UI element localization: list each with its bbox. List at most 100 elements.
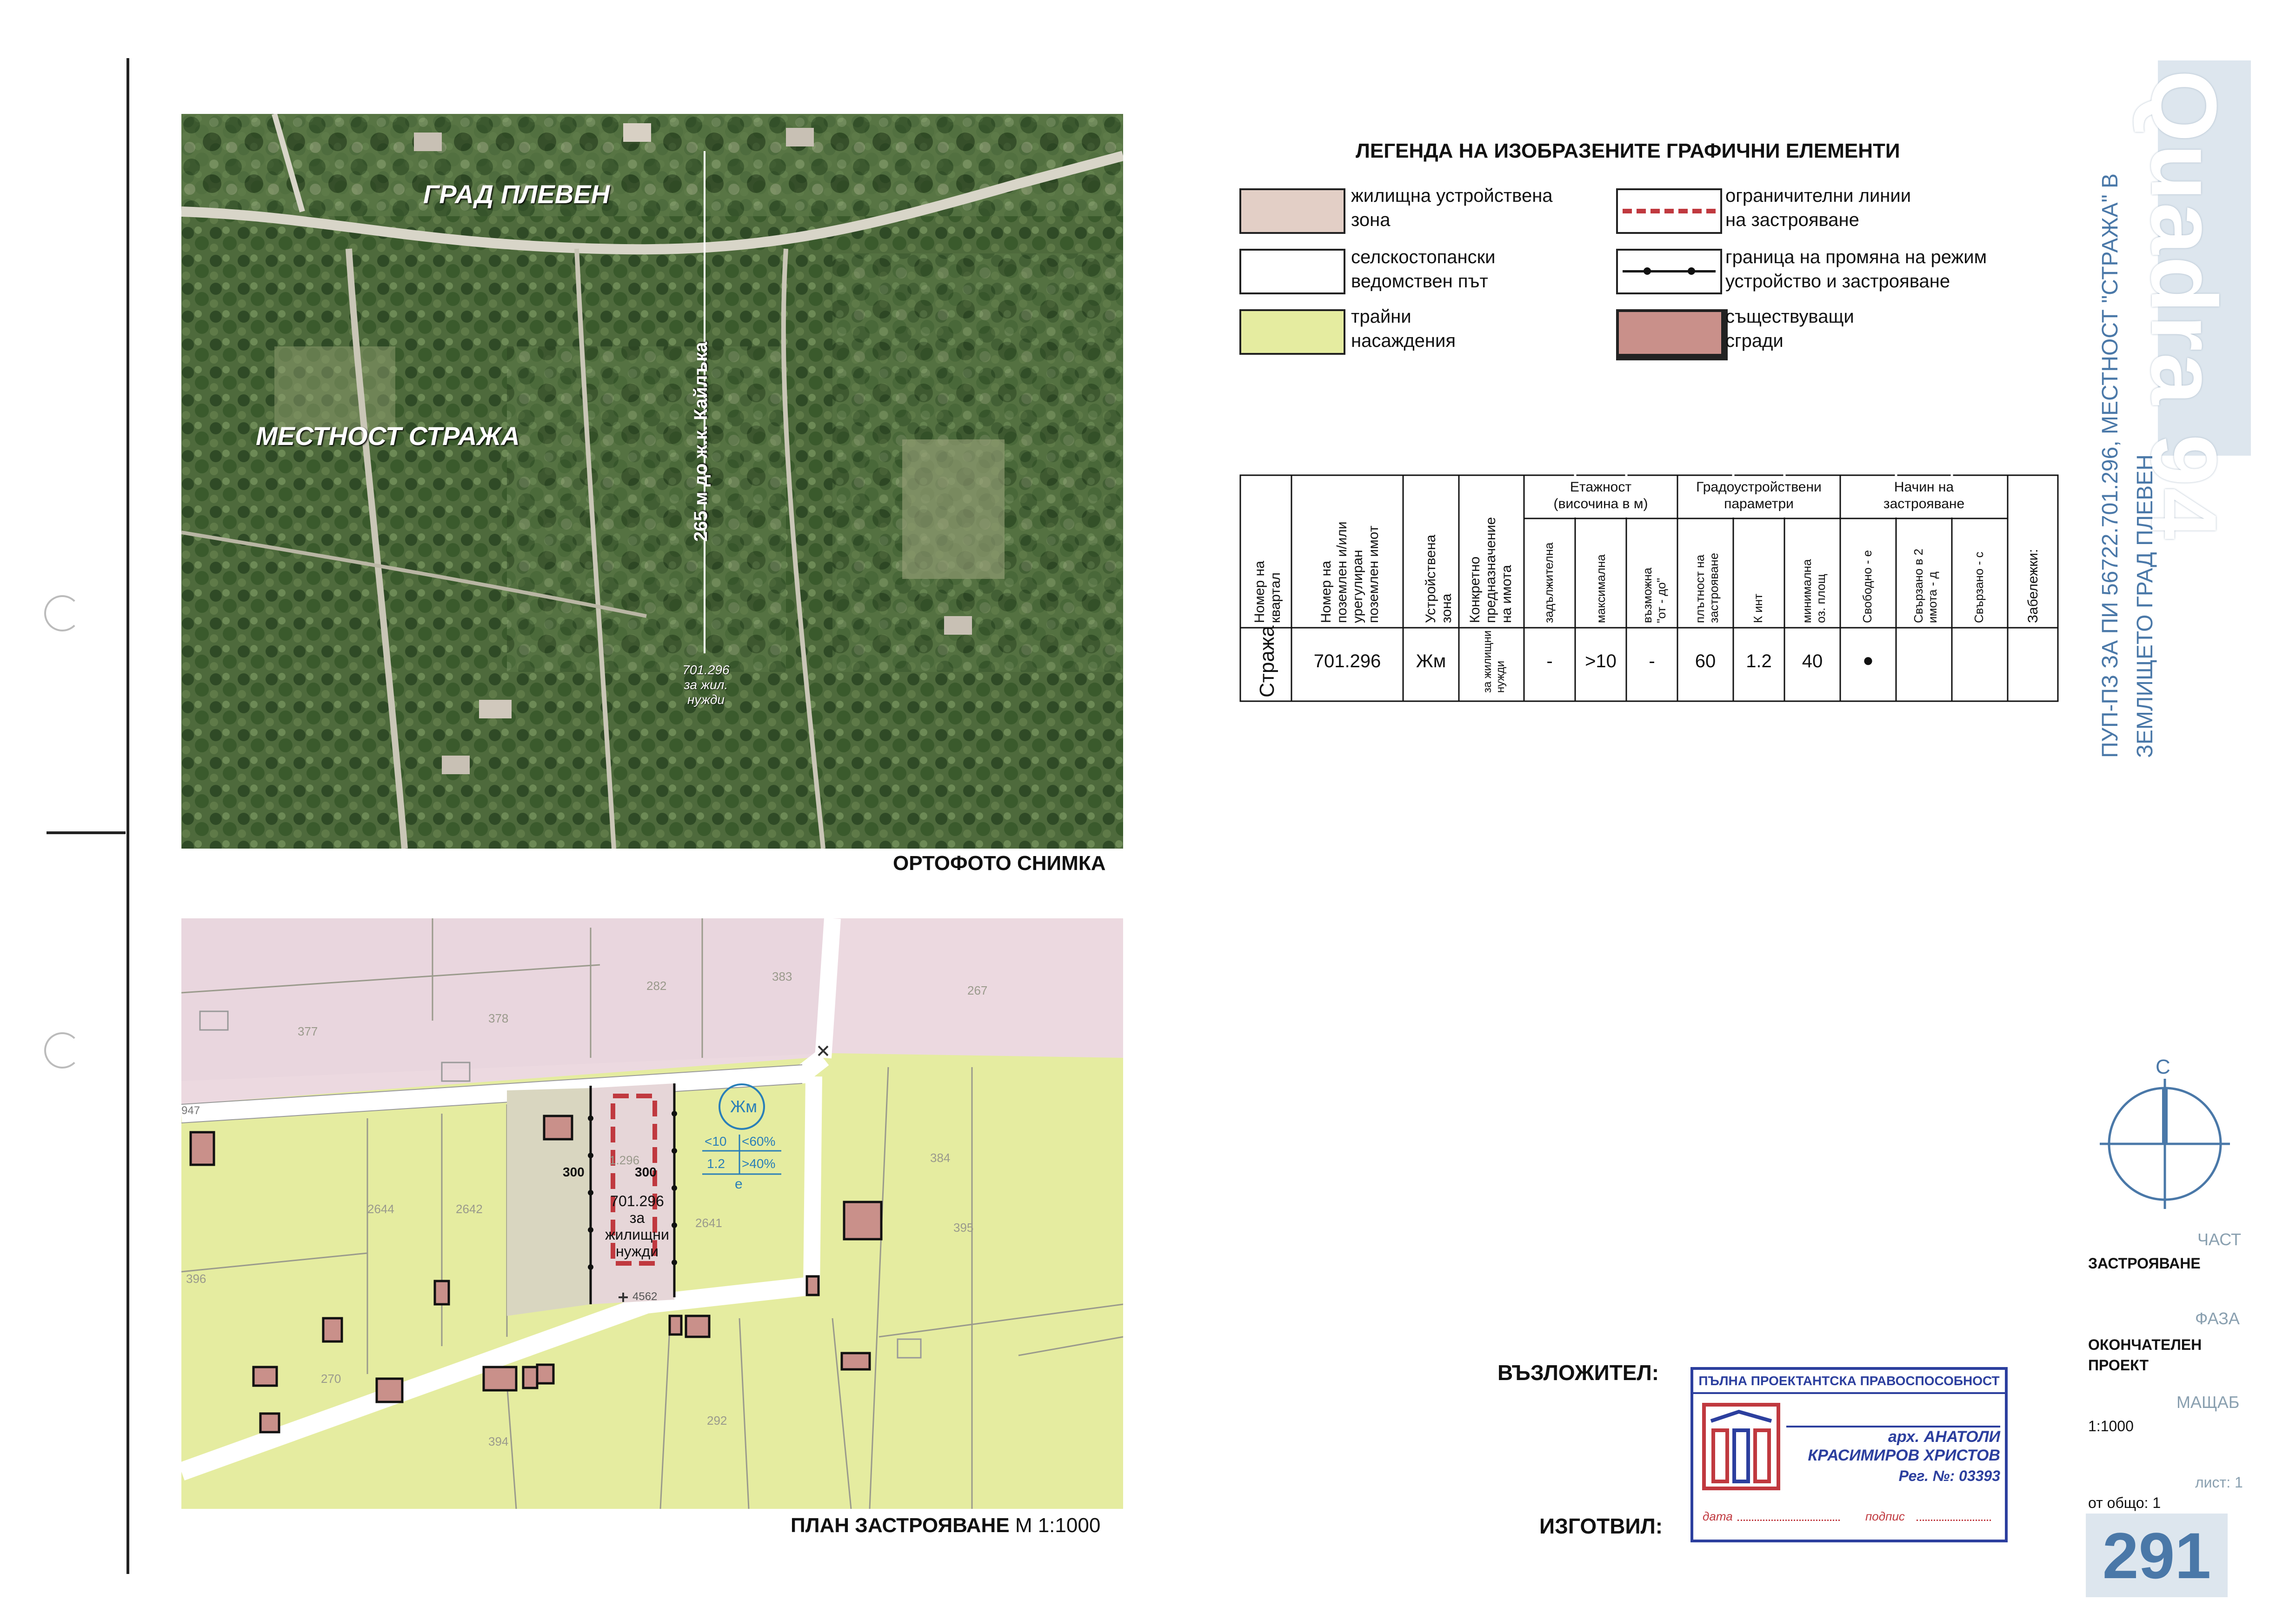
stamp-name-1: арх. АНАТОЛИ (1888, 1428, 2000, 1446)
plot-label-use-1: за жил. (684, 677, 728, 692)
punch-hole-icon (44, 1032, 80, 1069)
part-value: ЗАСТРОЯВАНЕ (2088, 1255, 2201, 1272)
header-plot: Номер на поземлен и/или урегулиран позем… (1318, 521, 1381, 623)
part-label: ЧАСТ (2197, 1230, 2242, 1249)
header-floors-range: възможна "от - до" (1640, 567, 1668, 623)
stamp-date-label: дата (1703, 1509, 1733, 1523)
header-notes: Забележки: (2025, 549, 2041, 623)
cell-plot: 701.296 (1313, 651, 1381, 671)
stamp-signature-label: подпис (1865, 1509, 1905, 1523)
project-title-line2: ЗЕМЛИЩЕТО ГРАД ПЛЕВЕН (2133, 454, 2157, 758)
company-logo: Quadra 94 (2132, 60, 2251, 541)
lot-label: 396 (186, 1272, 206, 1286)
header-zone: Устройствена зона (1423, 534, 1454, 623)
legend-swatch-orchards (1239, 309, 1345, 355)
param-height: <10 (705, 1134, 727, 1149)
zone-code: Жм (730, 1097, 757, 1116)
fold-mark (47, 831, 126, 834)
cell-floors-range: - (1649, 651, 1655, 671)
lot-label: 2642 (456, 1202, 483, 1216)
param-kint: 1.2 (707, 1156, 725, 1171)
orthophoto-image: ГРАД ПЛЕВЕН МЕСТНОСТ СТРАЖА 265 м до ж.к… (181, 114, 1123, 849)
plan-caption-title: ПЛАН ЗАСТРОЯВАНЕ (791, 1514, 1010, 1537)
lot-label: 2641 (695, 1216, 722, 1230)
plot-label-use-2: нужди (687, 692, 725, 707)
header-mode-free: Свободно - е (1860, 550, 1874, 623)
punch-hole-icon (44, 595, 80, 631)
header-floors-required: задължителна (1542, 542, 1556, 623)
cell-zone: Жм (1416, 651, 1446, 671)
header-floors-max: максимална (1594, 554, 1608, 623)
author-label: ИЗГОТВИЛ: (1539, 1514, 1663, 1538)
plot-label: 701.296 за жил. нужди (678, 663, 734, 707)
north-arrow-icon (2100, 1079, 2230, 1209)
project-title-line1: ПУП-ПЗ ЗА ПИ 56722.701.296, МЕСТНОСТ "СТ… (2098, 173, 2123, 758)
cell-green-area: 40 (1802, 651, 1823, 671)
plot-label-number: 701.296 (682, 663, 730, 677)
stamp-name-2: КРАСИМИРОВ ХРИСТОВ (1808, 1447, 2000, 1464)
legend-swatch-restriction (1616, 188, 1722, 234)
header-floors-group: Етажност (височина в м) (1553, 479, 1648, 511)
lot-label: 394 (488, 1434, 509, 1448)
cell-purpose: за жилищни нужди (1481, 630, 1507, 693)
param-green: >40% (742, 1156, 776, 1171)
scale-label: МАЩАБ (2176, 1393, 2240, 1412)
binding-margin-line (126, 58, 129, 1574)
lot-label: 2644 (367, 1202, 394, 1216)
stamp-logo-icon (1702, 1403, 1780, 1490)
legend-swatch-road (1239, 249, 1345, 294)
distance-label: 265 м до ж.к. Кайлъка (691, 342, 711, 542)
lot-label: 395 (953, 1221, 974, 1235)
header-density: плътност на застрояване (1693, 552, 1721, 623)
header-mode-pair: Свързано в 2 имота - д (1911, 548, 1939, 623)
plot-use-3: нужди (616, 1243, 659, 1260)
param-density: <60% (742, 1134, 776, 1149)
scale-value: 1:1000 (2088, 1418, 2134, 1434)
cell-density: 60 (1695, 651, 1716, 671)
legend-swatch-residential (1239, 188, 1345, 234)
lot-label: 282 (646, 979, 667, 993)
header-green-area: минимална оз. площ (1800, 559, 1828, 623)
orthophoto-caption: ОРТОФОТО СНИМКА (893, 852, 1106, 875)
cell-quarter: Стража (1256, 625, 1278, 697)
lot-label: 377 (298, 1024, 318, 1038)
legend-label-restriction: ограничителни линии на застрояване (1725, 186, 1911, 230)
header-purpose: Конкретно предназначение на имота (1467, 517, 1514, 623)
sheet-number: 291 (2102, 1519, 2211, 1592)
lot-label: 292 (707, 1414, 727, 1427)
stamp-registration: Рег. №: 03393 (1898, 1467, 2000, 1484)
header-params-group: Градоустройствени параметри (1696, 479, 1822, 511)
plot-use-2: жилищни (605, 1226, 669, 1243)
sheet-total: от общо: 1 (2088, 1494, 2161, 1511)
plot-number: 701.296 (610, 1193, 664, 1209)
legend-label-zone-border: граница на промяна на режим устройство и… (1725, 247, 1987, 292)
legend-label-residential: жилищна устройствена зона (1351, 186, 1553, 230)
cell-floors-required: - (1546, 651, 1553, 671)
client-label: ВЪЗЛОЖИТЕЛ: (1497, 1361, 1659, 1385)
setback-right: 300 (635, 1165, 657, 1179)
legend-label-orchards: трайни насаждения (1351, 306, 1456, 351)
lot-label: 378 (488, 1011, 509, 1025)
stamp-header: ПЪЛНА ПРОЕКТАНТСКА ПРАВОСПОСОБНОСТ (1693, 1370, 2005, 1394)
legend-swatch-buildings (1616, 309, 1728, 360)
point-label: 4562 (632, 1290, 658, 1303)
legend-label-buildings: съществуващи сгради (1725, 306, 1854, 351)
lot-label: 270 (321, 1372, 341, 1386)
locality-label: МЕСТНОСТ СТРАЖА (256, 421, 520, 451)
setback-left: 300 (563, 1165, 585, 1179)
plot-use-1: за (629, 1209, 645, 1226)
legend-label-road: селскостопански ведомствен път (1351, 247, 1496, 292)
phase-label: ФАЗА (2195, 1309, 2240, 1328)
orthophoto-svg (181, 114, 1123, 849)
legend-title: ЛЕГЕНДА НА ИЗОБРАЗЕНИТЕ ГРАФИЧНИ ЕЛЕМЕНТ… (1356, 139, 1900, 162)
building-plan: 377 378 282 383 267 2642 2641 2644 1.296… (181, 918, 1123, 1509)
header-mode-group: Начин на застрояване (1883, 479, 1965, 511)
lot-label: 384 (930, 1151, 951, 1165)
phase-value: ОКОНЧАТЕЛЕН ПРОЕКТ (2088, 1336, 2202, 1374)
plot-annotation: 701.296 за жилищни нужди (605, 1193, 670, 1260)
sheet-number-box: 291 (2086, 1514, 2228, 1597)
header-kint: К инт (1751, 593, 1765, 623)
cell-kint: 1.2 (1746, 651, 1772, 671)
legend-swatch-zone-border (1616, 249, 1722, 294)
cell-floors-max: >10 (1585, 651, 1617, 671)
